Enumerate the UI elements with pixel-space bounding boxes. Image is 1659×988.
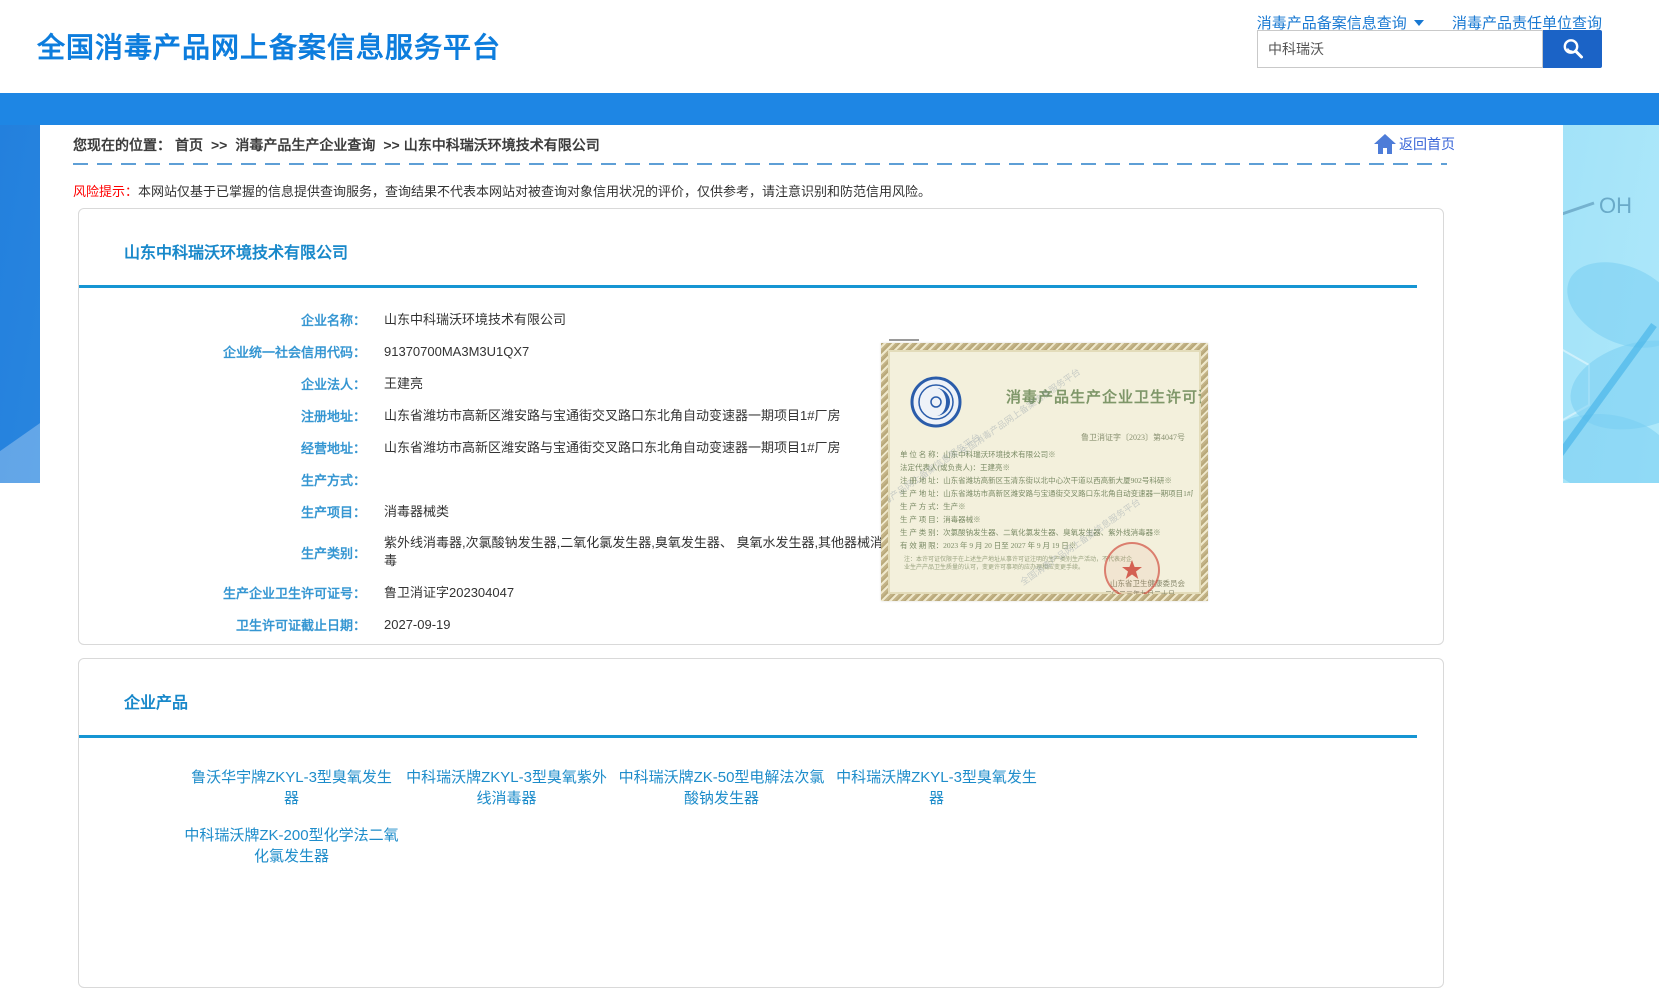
search-button[interactable] xyxy=(1543,30,1602,68)
certificate-title: 消毒产品生产企业卫生许可证 xyxy=(1006,386,1208,407)
risk-warning-label: 风险提示： xyxy=(73,184,138,199)
certificate-emblem-icon xyxy=(910,376,962,428)
breadcrumb-separator: >> xyxy=(211,137,227,153)
breadcrumb-section-link[interactable]: 消毒产品生产企业查询 xyxy=(235,137,375,153)
risk-warning-text: 本网站仅基于已掌握的信息提供查询服务，查询结果不代表本网站对被查询对象信用状况的… xyxy=(138,184,931,199)
field-value: 2027-09-19 xyxy=(384,616,451,634)
dropdown-arrow-icon xyxy=(1414,20,1424,26)
home-icon xyxy=(1373,133,1397,155)
breadcrumb-separator: >> xyxy=(383,137,399,153)
certificate-note: 注：本许可证仅限于在上述生产地址从事许可证注明的生产类别生产活动，不代表对企业生… xyxy=(904,556,1134,572)
field-row-production-project: 生产项目： 消毒器械类 xyxy=(79,502,939,521)
field-label: 企业名称： xyxy=(79,310,366,329)
product-link[interactable]: 鲁沃华宇牌ZKYL-3型臭氧发生器 xyxy=(184,767,399,809)
breadcrumb-current: 山东中科瑞沃环境技术有限公司 xyxy=(404,137,600,153)
field-value: 91370700MA3M3U1QX7 xyxy=(384,343,529,361)
main-content-panel: 您现在的位置：首页 >> 消毒产品生产企业查询 >> 山东中科瑞沃环境技术有限公司 返回… xyxy=(40,125,1563,919)
field-row-license-expiry: 卫生许可证截止日期： 2027-09-19 xyxy=(79,615,939,634)
company-fields: 企业名称： 山东中科瑞沃环境技术有限公司 企业统一社会信用代码： 9137070… xyxy=(79,310,939,647)
field-value: 紫外线消毒器,次氯酸钠发生器,二氧化氯发生器,臭氧发生器、 臭氧水发生器,其他器… xyxy=(384,534,889,570)
site-title: 全国消毒产品网上备案信息服务平台 xyxy=(37,26,501,66)
company-info-card: 山东中科瑞沃环境技术有限公司 企业名称： 山东中科瑞沃环境技术有限公司 企业统一… xyxy=(78,208,1444,645)
field-label: 生产方式： xyxy=(79,470,366,489)
seal-star-icon xyxy=(1121,559,1143,581)
product-link[interactable]: 中科瑞沃牌ZK-200型化学法二氧化氯发生器 xyxy=(184,825,399,867)
search-icon xyxy=(1560,36,1586,62)
field-value: 王建亮 xyxy=(384,375,423,393)
certificate-line: 法定代表人(或负责人)：王建亮※ xyxy=(900,461,1193,474)
back-home-link[interactable]: 返回首页 xyxy=(1373,133,1455,155)
dashed-divider xyxy=(73,163,1447,165)
breadcrumb: 您现在的位置：首页 >> 消毒产品生产企业查询 >> 山东中科瑞沃环境技术有限公司 xyxy=(73,135,600,155)
field-value: 山东省潍坊市高新区潍安路与宝通街交叉路口东北角自动变速器一期项目1#厂房 xyxy=(384,439,840,457)
field-value: 山东省潍坊市高新区潍安路与宝通街交叉路口东北角自动变速器一期项目1#厂房 xyxy=(384,407,840,425)
molecule-oh-label: OH xyxy=(1599,193,1632,218)
field-row-production-category: 生产类别： 紫外线消毒器,次氯酸钠发生器,二氧化氯发生器,臭氧发生器、 臭氧水发… xyxy=(79,534,939,570)
card-title-underline xyxy=(79,735,1417,738)
certificate-line: 生 产 方 式：生产※ xyxy=(900,500,1193,513)
back-home-label: 返回首页 xyxy=(1399,134,1455,154)
search-input[interactable] xyxy=(1257,30,1543,68)
certificate-number: 鲁卫消证字〔2023〕第4047号 xyxy=(1081,432,1185,443)
field-row-production-method: 生产方式： xyxy=(79,470,939,489)
products-card: 企业产品 鲁沃华宇牌ZKYL-3型臭氧发生器 中科瑞沃牌ZKYL-3型臭氧紫外线… xyxy=(78,658,1444,988)
field-label: 企业统一社会信用代码： xyxy=(79,342,366,361)
field-row-legal-person: 企业法人： 王建亮 xyxy=(79,374,939,393)
field-label: 企业法人： xyxy=(79,374,366,393)
field-value: 消毒器械类 xyxy=(384,503,449,521)
header-blue-bar xyxy=(0,93,1659,125)
card-title-underline xyxy=(79,285,1417,288)
certificate-fields: 单 位 名 称：山东中科瑞沃环境技术有限公司※ 法定代表人(或负责人)：王建亮※… xyxy=(900,448,1193,552)
product-link[interactable]: 中科瑞沃牌ZKYL-3型臭氧发生器 xyxy=(829,767,1044,809)
red-seal-icon xyxy=(1104,542,1160,598)
search-box xyxy=(1257,30,1602,68)
products-card-title: 企业产品 xyxy=(124,689,188,713)
license-certificate-image: 消毒产品生产企业卫生许可证 鲁卫消证字〔2023〕第4047号 单 位 名 称：… xyxy=(881,343,1208,601)
field-row-credit-code: 企业统一社会信用代码： 91370700MA3M3U1QX7 xyxy=(79,342,939,361)
field-label: 卫生许可证截止日期： xyxy=(79,615,366,634)
product-link[interactable]: 中科瑞沃牌ZK-50型电解法次氯酸钠发生器 xyxy=(614,767,829,809)
certificate-line: 单 位 名 称：山东中科瑞沃环境技术有限公司※ xyxy=(900,448,1193,461)
product-link[interactable]: 中科瑞沃牌ZKYL-3型臭氧紫外线消毒器 xyxy=(399,767,614,809)
field-value: 鲁卫消证字202304047 xyxy=(384,584,514,602)
field-label: 经营地址： xyxy=(79,438,366,457)
certificate-line: 注 册 地 址：山东省潍坊高新区玉清东街以北中心次干道以西高新大厦902号科研※ xyxy=(900,474,1193,487)
field-label: 生产企业卫生许可证号： xyxy=(79,583,366,602)
field-label: 注册地址： xyxy=(79,406,366,425)
field-row-company-name: 企业名称： 山东中科瑞沃环境技术有限公司 xyxy=(79,310,939,329)
risk-warning: 风险提示：本网站仅基于已掌握的信息提供查询服务，查询结果不代表本网站对被查询对象… xyxy=(73,181,931,200)
site-header: 全国消毒产品网上备案信息服务平台 消毒产品备案信息查询 消毒产品责任单位查询 xyxy=(0,0,1659,93)
breadcrumb-home-link[interactable]: 首页 xyxy=(175,137,203,153)
field-value: 山东中科瑞沃环境技术有限公司 xyxy=(384,311,566,329)
field-row-license-number: 生产企业卫生许可证号： 鲁卫消证字202304047 xyxy=(79,583,939,602)
product-list: 鲁沃华宇牌ZKYL-3型臭氧发生器 中科瑞沃牌ZKYL-3型臭氧紫外线消毒器 中… xyxy=(184,767,1064,883)
field-row-business-address: 经营地址： 山东省潍坊市高新区潍安路与宝通街交叉路口东北角自动变速器一期项目1#… xyxy=(79,438,939,457)
field-row-registered-address: 注册地址： 山东省潍坊市高新区潍安路与宝通街交叉路口东北角自动变速器一期项目1#… xyxy=(79,406,939,425)
certificate-watermark: 全国消毒产品网上备案信息服务平台 xyxy=(957,365,1082,458)
image-placeholder-dash xyxy=(889,339,919,341)
field-label: 生产类别： xyxy=(79,543,366,562)
certificate-line: 生 产 类 别：次氯酸钠发生器、二氧化氯发生器、臭氧发生器、紫外线消毒器※ xyxy=(900,526,1193,539)
certificate-line: 生 产 项 目：消毒器械※ xyxy=(900,513,1193,526)
company-card-title: 山东中科瑞沃环境技术有限公司 xyxy=(124,239,348,263)
field-label: 生产项目： xyxy=(79,502,366,521)
certificate-line: 生 产 地 址：山东省潍坊市高新区潍安路与宝通街交叉路口东北角自动变速器一期项目… xyxy=(900,487,1193,500)
breadcrumb-prefix: 您现在的位置： xyxy=(73,137,171,153)
